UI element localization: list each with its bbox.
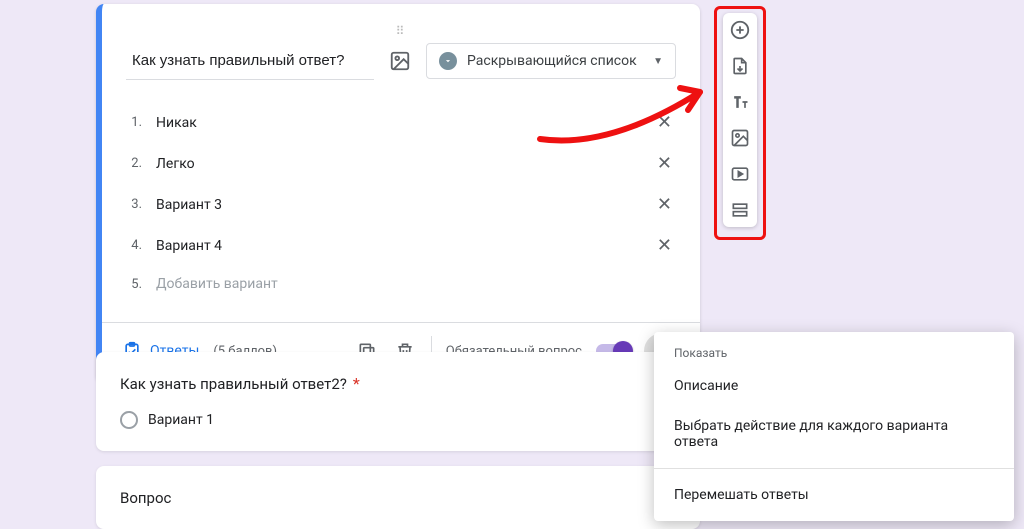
question-card[interactable]: Как узнать правильный ответ2? * Вариант … [96, 352, 700, 451]
option-row[interactable]: 3. Вариант 3 ✕ [126, 184, 676, 225]
options-list: 1. Никак ✕ 2. Легко ✕ 3. Вариант 3 ✕ 4. … [126, 102, 676, 302]
option-row[interactable]: 4. Вариант 4 ✕ [126, 225, 676, 266]
question-type-dropdown[interactable]: Раскрывающийся список ▼ [426, 43, 676, 79]
menu-item-description[interactable]: Описание [654, 366, 1014, 406]
question-title: Вопрос [120, 489, 171, 507]
add-question-button[interactable] [729, 19, 751, 41]
dropdown-list-icon [439, 52, 457, 70]
required-star-icon: * [353, 374, 360, 393]
more-options-menu: Показать Описание Выбрать действие для к… [654, 332, 1014, 521]
option-row[interactable]: Вариант 1 [120, 411, 676, 429]
remove-option-button[interactable]: ✕ [653, 112, 676, 133]
menu-header: Показать [654, 342, 1014, 366]
option-text: Вариант 1 [148, 412, 214, 428]
question-card[interactable]: Вопрос [96, 466, 700, 529]
menu-item-go-to-section[interactable]: Выбрать действие для каждого варианта от… [654, 406, 1014, 462]
menu-item-shuffle[interactable]: Перемешать ответы [654, 475, 1014, 515]
option-text[interactable]: Вариант 3 [156, 197, 639, 213]
add-image-button[interactable] [388, 49, 412, 73]
annotation-highlight [714, 6, 766, 240]
add-video-button[interactable] [729, 163, 751, 185]
option-row[interactable]: 1. Никак ✕ [126, 102, 676, 143]
chevron-down-icon: ▼ [653, 56, 663, 67]
add-image-button[interactable] [729, 127, 751, 149]
question-title: Как узнать правильный ответ2? [120, 375, 347, 393]
add-title-button[interactable] [729, 91, 751, 113]
option-text[interactable]: Вариант 4 [156, 238, 639, 254]
import-questions-button[interactable] [729, 55, 751, 77]
add-section-button[interactable] [729, 199, 751, 221]
add-option-row[interactable]: 5. Добавить вариант [126, 266, 676, 302]
remove-option-button[interactable]: ✕ [653, 235, 676, 256]
question-title-input[interactable] [126, 42, 374, 80]
question-type-label: Раскрывающийся список [467, 53, 643, 69]
radio-icon [120, 411, 138, 429]
option-row[interactable]: 2. Легко ✕ [126, 143, 676, 184]
remove-option-button[interactable]: ✕ [653, 153, 676, 174]
side-toolbar [723, 13, 757, 227]
option-text[interactable]: Никак [156, 115, 639, 131]
drag-handle-icon[interactable]: ⠿ [126, 24, 676, 40]
question-card-active: ⠿ Раскрывающийся список ▼ 1. Никак [96, 4, 700, 383]
remove-option-button[interactable]: ✕ [653, 194, 676, 215]
separator [654, 468, 1014, 469]
add-option-label: Добавить вариант [156, 276, 676, 292]
option-text[interactable]: Легко [156, 156, 639, 172]
